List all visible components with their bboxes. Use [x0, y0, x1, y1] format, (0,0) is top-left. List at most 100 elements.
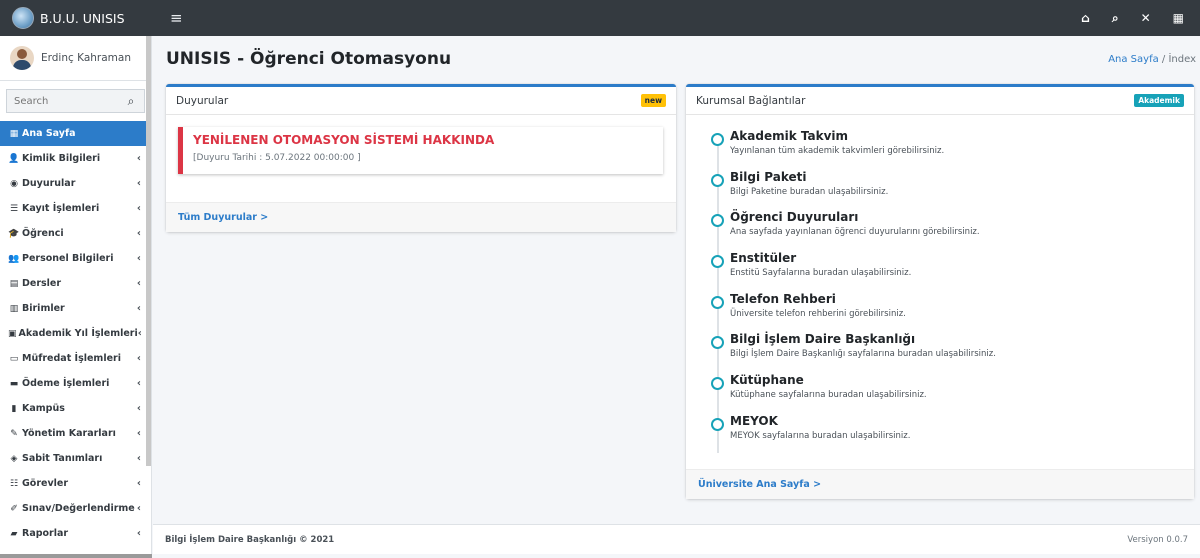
- circle-icon: [711, 336, 724, 350]
- sidebar-item-label: Birimler: [22, 303, 65, 314]
- sidebar-item-icon: ✐: [10, 503, 18, 514]
- sidebar-item-görevler[interactable]: ☷ Görevler ‹: [0, 471, 151, 496]
- search-button-icon[interactable]: ⌕: [118, 90, 144, 112]
- menu-toggle-icon[interactable]: ≡: [170, 9, 183, 27]
- link-title[interactable]: Kütüphane: [730, 373, 1188, 387]
- link-item[interactable]: MEYOK MEYOK sayfalarına buradan ulaşabili…: [708, 414, 1188, 455]
- sidebar-item-icon: 🎓: [8, 228, 20, 239]
- chevron-left-icon: ‹: [136, 253, 141, 264]
- sidebar-item-label: Sabit Tanımları: [22, 453, 103, 464]
- announcement-item[interactable]: YENİLENEN OTOMASYON SİSTEMİ HAKKINDA [Du…: [178, 127, 663, 174]
- announcements-card-footer: Tüm Duyurular >: [166, 202, 676, 232]
- sidebar-item-ana-sayfa[interactable]: ▦ Ana Sayfa: [0, 121, 151, 146]
- brand-link[interactable]: B.U.U. UNISIS: [0, 0, 152, 36]
- chevron-left-icon: ‹: [136, 528, 141, 539]
- sidebar-item-personel-bilgileri[interactable]: 👥 Personel Bilgileri ‹: [0, 246, 151, 271]
- announcement-title[interactable]: YENİLENEN OTOMASYON SİSTEMİ HAKKINDA: [193, 133, 653, 147]
- link-item[interactable]: Telefon Rehberi Üniversite telefon rehber…: [708, 292, 1188, 333]
- sidebar-item-yönetim-kararları[interactable]: ✎ Yönetim Kararları ‹: [0, 421, 151, 446]
- corporate-links-card-footer: Üniversite Ana Sayfa >: [686, 469, 1194, 499]
- main-footer: Bilgi İşlem Daire Başkanlığı © 2021 Vers…: [153, 524, 1200, 554]
- link-description: Yayınlanan tüm akademik takvimleri göreb…: [730, 146, 945, 156]
- chevron-left-icon: ‹: [136, 203, 141, 214]
- sidebar-item-label: Personel Bilgileri: [22, 253, 114, 264]
- expand-icon[interactable]: ✕: [1141, 11, 1151, 26]
- announcement-date: [Duyuru Tarihi : 5.07.2022 00:00:00 ]: [193, 153, 361, 163]
- academic-badge: Akademik: [1134, 94, 1184, 107]
- sidebar-item-duyurular[interactable]: ◉ Duyurular ‹: [0, 171, 151, 196]
- link-item[interactable]: Enstitüler Enstitü Sayfalarına buradan ul…: [708, 251, 1188, 292]
- user-name: Erdinç Kahraman: [41, 52, 131, 64]
- sidebar-item-kayıt-i-şlemleri[interactable]: ☰ Kayıt İşlemleri ‹: [0, 196, 151, 221]
- sidebar-search: ⌕: [6, 89, 145, 113]
- sidebar-bottom-bar: [0, 554, 152, 558]
- content-header: UNISIS - Öğrenci Otomasyonu Ana Sayfa / …: [166, 44, 1196, 74]
- sidebar-item-birimler[interactable]: ▥ Birimler ‹: [0, 296, 151, 321]
- sidebar-item-öğrenci[interactable]: 🎓 Öğrenci ‹: [0, 221, 151, 246]
- sidebar-item-icon: ▭: [9, 353, 19, 364]
- footer-copyright: Bilgi İşlem Daire Başkanlığı © 2021: [165, 534, 335, 545]
- chevron-left-icon: ‹: [136, 478, 141, 489]
- link-description: Enstitü Sayfalarına buradan ulaşabilirsi…: [730, 268, 912, 279]
- sidebar-item-label: Duyurular: [22, 178, 76, 189]
- circle-icon: [711, 214, 724, 228]
- sidebar-scrollbar[interactable]: [146, 36, 151, 466]
- sidebar-item-sınav-değerlendirme[interactable]: ✐ Sınav/Değerlendirme ‹: [0, 496, 151, 521]
- sidebar-item-label: Ana Sayfa: [22, 128, 76, 139]
- link-item[interactable]: Kütüphane Kütüphane sayfalarına buradan u…: [708, 373, 1188, 414]
- sidebar-item-icon: ☷: [9, 478, 19, 489]
- sidebar-item-akademik-yıl-i-şlemleri[interactable]: ▣ Akademik Yıl İşlemleri ‹: [0, 321, 151, 346]
- sidebar-item-icon: ▥: [9, 303, 19, 314]
- breadcrumb-home-link[interactable]: Ana Sayfa: [1108, 54, 1159, 65]
- sidebar-item-müfredat-i-şlemleri[interactable]: ▭ Müfredat İşlemleri ‹: [0, 346, 151, 371]
- all-announcements-link[interactable]: Tüm Duyurular >: [178, 212, 268, 223]
- link-title[interactable]: Telefon Rehberi: [730, 292, 1188, 306]
- sidebar-item-icon: ◉: [10, 178, 18, 189]
- sidebar-item-label: Kampüs: [22, 403, 65, 414]
- user-panel[interactable]: Erdinç Kahraman: [0, 36, 151, 81]
- sidebar-item-icon: ▰: [10, 528, 18, 539]
- university-home-link[interactable]: Üniversite Ana Sayfa >: [698, 479, 821, 490]
- sidebar-item-raporlar[interactable]: ▰ Raporlar ‹: [0, 521, 151, 546]
- sidebar-item-sabit-tanımları[interactable]: ◈ Sabit Tanımları ‹: [0, 446, 151, 471]
- building-icon[interactable]: ⌂: [1081, 11, 1090, 26]
- link-item[interactable]: Öğrenci Duyuruları Ana sayfada yayınlanan…: [708, 210, 1188, 251]
- link-title[interactable]: Akademik Takvim: [730, 129, 1188, 143]
- link-item[interactable]: Bilgi İşlem Daire Başkanlığı Bilgi İşlem …: [708, 332, 1188, 373]
- search-input[interactable]: [7, 90, 118, 112]
- chevron-left-icon: ‹: [136, 503, 141, 514]
- chevron-left-icon: ‹: [136, 428, 141, 439]
- grid-icon[interactable]: ▦: [1173, 11, 1184, 26]
- breadcrumb-separator: /: [1161, 53, 1166, 65]
- link-title[interactable]: Bilgi İşlem Daire Başkanlığı: [730, 332, 1188, 346]
- circle-icon: [711, 377, 724, 391]
- announcements-title: Duyurular: [176, 94, 229, 107]
- link-title[interactable]: Bilgi Paketi: [730, 170, 1188, 184]
- circle-icon: [711, 255, 724, 269]
- link-item[interactable]: Akademik Takvim Yayınlanan tüm akademik t…: [708, 129, 1188, 170]
- sidebar-item-icon: ✎: [10, 428, 18, 439]
- link-item[interactable]: Bilgi Paketi Bilgi Paketine buradan ulaşa…: [708, 170, 1188, 211]
- sidebar-item-kimlik-bilgileri[interactable]: 👤 Kimlik Bilgileri ‹: [0, 146, 151, 171]
- announcements-card-header: Duyurular new: [166, 87, 676, 115]
- link-description: Bilgi Paketine buradan ulaşabilirsiniz.: [730, 186, 889, 197]
- link-title[interactable]: Enstitüler: [730, 251, 1188, 265]
- breadcrumb-current: İndex: [1168, 53, 1196, 65]
- sidebar-item-label: Akademik Yıl İşlemleri: [18, 328, 138, 339]
- sidebar-item-label: Görevler: [22, 478, 69, 489]
- sidebar-item-icon: 👤: [8, 153, 20, 164]
- links-timeline: Akademik Takvim Yayınlanan tüm akademik t…: [708, 129, 1188, 455]
- sidebar-item-ödeme-i-şlemleri[interactable]: ▬ Ödeme İşlemleri ‹: [0, 371, 151, 396]
- sidebar-item-dersler[interactable]: ▤ Dersler ‹: [0, 271, 151, 296]
- link-description: Üniversite telefon rehberini görebilirsi…: [730, 308, 906, 319]
- search-icon[interactable]: ⌕: [1112, 11, 1119, 26]
- new-badge: new: [640, 94, 666, 107]
- link-title[interactable]: MEYOK: [730, 414, 1188, 428]
- page-title: UNISIS - Öğrenci Otomasyonu: [166, 49, 452, 69]
- link-title[interactable]: Öğrenci Duyuruları: [730, 210, 1188, 224]
- sidebar-item-kampüs[interactable]: ▮ Kampüs ‹: [0, 396, 151, 421]
- sidebar-item-label: Yönetim Kararları: [22, 428, 116, 439]
- sidebar-item-label: Müfredat İşlemleri: [22, 353, 121, 364]
- university-logo-icon: [12, 7, 34, 29]
- corporate-links-title: Kurumsal Bağlantılar: [696, 94, 806, 107]
